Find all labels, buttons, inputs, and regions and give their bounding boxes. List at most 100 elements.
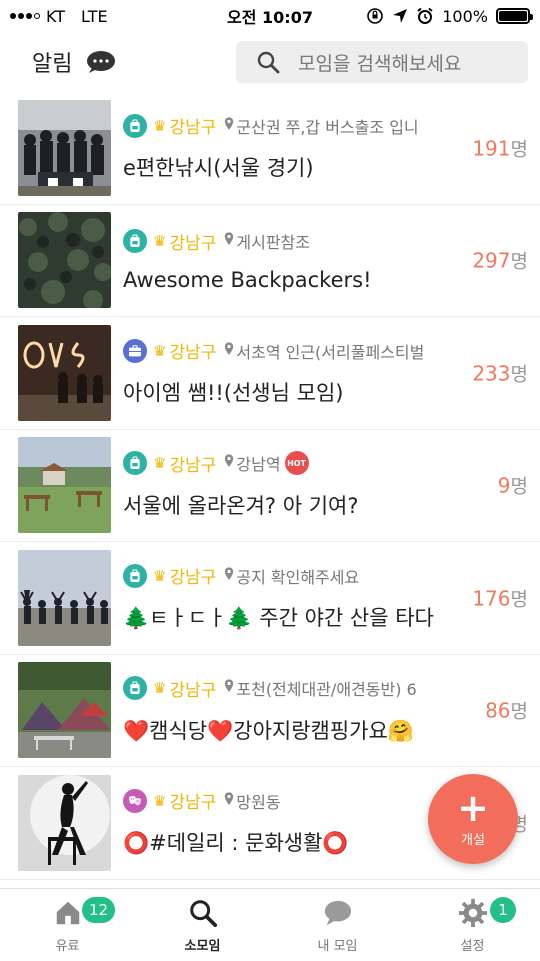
tab-my-groups[interactable]: 내 모임 (270, 889, 405, 961)
member-count-unit: 명 (510, 138, 528, 161)
member-count-unit: 명 (510, 588, 528, 611)
group-location: 서초역 인근(서리풀페스티벌 (236, 342, 425, 362)
chat-bubble-icon[interactable] (86, 50, 116, 74)
theater-masks-icon (123, 788, 147, 813)
notification-badge: 12 (82, 897, 116, 923)
crown-icon: ♛ (153, 791, 167, 810)
backpack-icon (123, 451, 147, 476)
member-count-unit: 명 (510, 363, 528, 386)
signal-strength-icon (10, 13, 40, 19)
tab-paid[interactable]: 유료 12 (0, 889, 135, 961)
group-location: 포천(전체대관/애견동반) 6 (236, 680, 417, 700)
member-count-value: 9 (497, 473, 511, 498)
tab-groups[interactable]: 소모임 (135, 889, 270, 961)
group-list-item[interactable]: ♛ 강남구 서초역 인근(서리풀페스티벌 아이엠 쌤!!(선생님 모임) 233… (0, 317, 540, 430)
group-thumbnail (18, 774, 111, 871)
group-region: 강남구 (169, 455, 217, 476)
location-arrow-icon (393, 9, 408, 23)
group-list-item[interactable]: ♛ 강남구 강남역 HOT 서울에 올라온겨? 아 기여? 9명 (0, 430, 540, 542)
member-count-value: 86 (485, 698, 511, 723)
search-icon (187, 897, 219, 929)
group-region: 강남구 (169, 343, 217, 364)
group-title: Awesome Backpackers! (123, 267, 372, 292)
group-list: ♛ 강남구 군산권 쭈,갑 버스출조 입니 e편한낚시(서울 경기) 191명 … (0, 92, 540, 880)
group-location: 강남역 (236, 455, 281, 475)
group-list-item[interactable]: ♛ 강남구 군산권 쭈,갑 버스출조 입니 e편한낚시(서울 경기) 191명 (0, 92, 540, 205)
notification-badge: 1 (490, 897, 516, 923)
group-location: 게시판참조 (236, 233, 310, 253)
group-list-item[interactable]: ♛ 강남구 공지 확인해주세요 🌲ㅌㅏㄷㅏ🌲 주간 야간 산을 타다 176명 (0, 542, 540, 655)
map-pin-icon (224, 117, 234, 135)
backpack-icon (123, 563, 147, 588)
group-thumbnail (18, 212, 111, 309)
group-list-item[interactable]: ♛ 강남구 포천(전체대관/애견동반) 6 ❤️캠식당❤️강아지랑캠핑가요🤗 8… (0, 655, 540, 767)
group-location: 망원동 (236, 792, 281, 812)
group-info: ♛ 강남구 강남역 HOT 서울에 올라온겨? 아 기여? (123, 437, 540, 533)
group-thumbnail (18, 99, 111, 196)
map-pin-icon (224, 679, 234, 697)
map-pin-icon (224, 567, 234, 585)
member-count: 297명 (472, 247, 528, 274)
tab-label: 소모임 (184, 938, 221, 954)
create-group-button[interactable]: + 개설 (428, 774, 518, 864)
home-icon (52, 897, 84, 929)
group-thumbnail (18, 437, 111, 534)
member-count: 191명 (472, 134, 528, 161)
crown-icon: ♛ (153, 341, 167, 360)
member-count-value: 176 (472, 586, 511, 611)
group-list-item[interactable]: ♛ 강남구 게시판참조 Awesome Backpackers! 297명 (0, 205, 540, 317)
group-meta: ♛ 강남구 포천(전체대관/애견동반) 6 (123, 676, 540, 701)
group-title: ⭕#데일리 : 문화생활⭕ (123, 831, 349, 856)
crown-icon: ♛ (153, 679, 167, 698)
member-count-unit: 명 (510, 475, 528, 498)
tab-label: 유료 (55, 938, 80, 954)
group-location: 공지 확인해주세요 (236, 567, 360, 587)
chat-bubble-icon (322, 897, 354, 929)
member-count: 86명 (485, 697, 528, 724)
search-placeholder: 모임을 검색해보세요 (298, 52, 462, 75)
group-title: 서울에 올라온겨? 아 기여? (123, 493, 359, 518)
tab-label: 내 모임 (317, 938, 358, 954)
member-count-unit: 명 (510, 700, 528, 723)
group-title: e편한낚시(서울 경기) (123, 156, 314, 181)
group-region: 강남구 (169, 793, 217, 814)
member-count: 9명 (498, 472, 528, 499)
network-type: LTE (81, 6, 108, 26)
backpack-icon (123, 113, 147, 138)
crown-icon: ♛ (153, 232, 167, 251)
map-pin-icon (224, 792, 234, 810)
member-count-value: 191 (472, 136, 511, 161)
hot-badge: HOT (284, 451, 309, 476)
search-input[interactable]: 모임을 검색해보세요 (236, 41, 528, 83)
plus-icon: + (457, 785, 489, 830)
group-title: 아이엠 쌤!!(선생님 모임) (123, 381, 344, 406)
group-region: 강남구 (169, 118, 217, 139)
map-pin-icon (224, 454, 234, 472)
briefcase-icon (123, 338, 147, 363)
group-thumbnail (18, 324, 111, 421)
page-title: 알림 (32, 52, 73, 77)
group-title: 🌲ㅌㅏㄷㅏ🌲 주간 야간 산을 타다 (123, 606, 434, 631)
group-region: 강남구 (169, 233, 217, 254)
alarm-clock-icon (417, 7, 433, 24)
group-thumbnail (18, 549, 111, 646)
battery-icon (496, 8, 533, 24)
backpack-icon (123, 676, 147, 701)
carrier-name: KT (46, 6, 66, 26)
status-bar: KT LTE 오전 10:07 100% (0, 0, 540, 32)
member-count: 176명 (472, 584, 528, 611)
crown-icon: ♛ (153, 116, 167, 135)
backpack-icon (123, 229, 147, 254)
crown-icon: ♛ (153, 454, 167, 473)
member-count-value: 233 (472, 361, 511, 386)
crown-icon: ♛ (153, 566, 167, 585)
header: 알림 모임을 검색해보세요 (0, 32, 540, 92)
map-pin-icon (224, 232, 234, 250)
status-right: 100% (366, 7, 533, 26)
create-group-label: 개설 (461, 832, 485, 848)
tab-settings[interactable]: 설정 1 (405, 889, 540, 961)
group-location: 군산권 쭈,갑 버스출조 입니 (236, 117, 419, 137)
gear-icon (457, 897, 489, 929)
member-count-unit: 명 (510, 250, 528, 273)
status-left: KT LTE (10, 7, 108, 26)
